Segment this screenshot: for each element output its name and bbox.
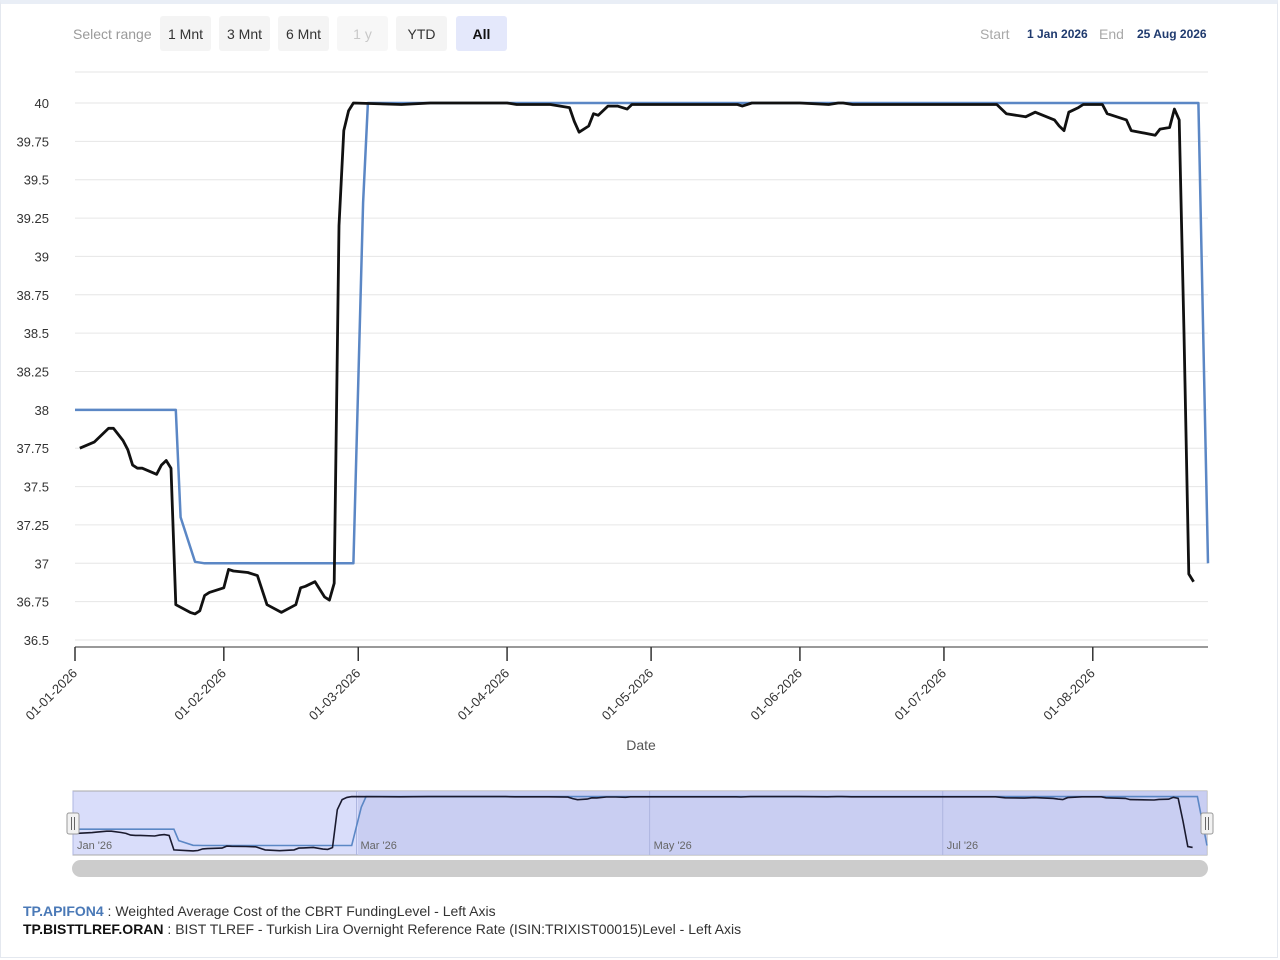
navigator-right-handle[interactable] [1200,812,1214,835]
x-tick-label: 01-06-2026 [747,666,805,724]
legend-item-1[interactable]: TP.APIFON4 : Weighted Average Cost of th… [23,903,496,919]
y-tick-label: 39.25 [16,211,49,226]
x-tick-label: 01-08-2026 [1040,666,1098,724]
x-axis: 01-01-2026 01-02-2026 01-03-2026 01-04-2026… [22,646,1208,724]
legend-code: TP.BISTTLREF.ORAN [23,921,164,937]
y-tick-label: 40 [35,96,49,111]
y-tick-label: 37.25 [16,518,49,533]
y-tick-label: 39.75 [16,134,49,149]
x-tick-label: 01-04-2026 [455,666,513,724]
grid-lines [75,71,1208,641]
legend-description: : Weighted Average Cost of the CBRT Fund… [103,903,496,919]
legend-item-2[interactable]: TP.BISTTLREF.ORAN : BIST TLREF - Turkish… [23,921,741,937]
navigator-left-handle[interactable] [66,812,80,835]
y-tick-label: 37.75 [16,441,49,456]
navigator-label: May '26 [654,840,692,852]
y-tick-label: 36.5 [24,633,49,648]
navigator-scrollbar[interactable] [72,860,1208,877]
x-tick-label: 01-03-2026 [306,666,364,724]
navigator-label: Jul '26 [947,840,978,852]
x-tick-label: 01-07-2026 [891,666,949,724]
y-tick-label: 36.75 [16,595,49,610]
legend-description: : BIST TLREF - Turkish Lira Overnight Re… [163,921,742,937]
y-tick-label: 38 [35,403,49,418]
line-chart: 36.5 36.75 37 37.25 37.5 37.75 38 38.25 38.5 38.7… [16,71,1214,877]
navigator: Jan '26 Mar '26 May '26 Jul '26 [66,790,1214,877]
y-tick-label: 37 [35,556,49,571]
y-tick-label: 39 [35,249,49,264]
x-tick-label: 01-05-2026 [599,666,657,724]
navigator-selected-mask [358,791,1207,855]
navigator-label: Jan '26 [77,840,112,852]
y-tick-label: 38.25 [16,365,49,380]
y-axis-ticks: 36.5 36.75 37 37.25 37.5 37.75 38 38.25 38.5 38.7… [16,96,49,648]
y-tick-label: 38.75 [16,288,49,303]
y-tick-label: 39.5 [24,173,49,188]
y-tick-label: 38.5 [24,326,49,341]
x-axis-title: Date [626,737,656,753]
y-tick-label: 37.5 [24,480,49,495]
x-tick-label: 01-02-2026 [171,666,229,724]
x-tick-label: 01-01-2026 [22,666,80,724]
navigator-label: Mar '26 [361,840,397,852]
legend-code: TP.APIFON4 [23,903,104,919]
